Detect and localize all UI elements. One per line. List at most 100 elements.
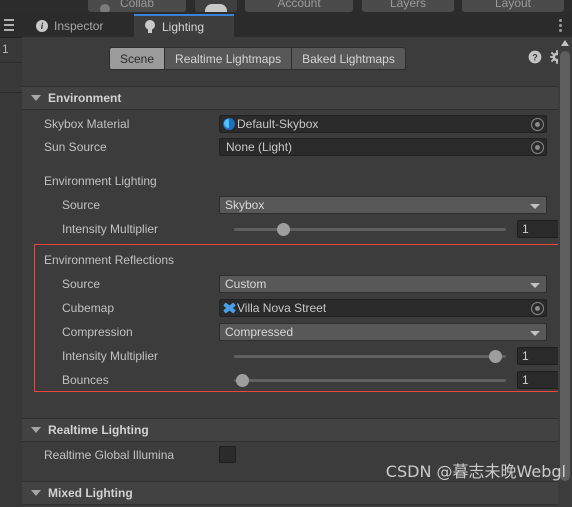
realtime-global-illumination-checkbox[interactable] [219,446,236,463]
label-env-lighting-source: Source [62,198,101,212]
label-reflections-compression: Compression [62,325,133,339]
label-environment-lighting: Environment Lighting [44,174,157,188]
layers-dropdown-label: Layers [389,0,427,10]
reflections-intensity-slider[interactable] [234,350,506,363]
chevron-down-icon [530,204,540,209]
skybox-material-object-field[interactable]: Default-Skybox [219,115,547,133]
label-sun-source: Sun Source [44,140,107,154]
cubemap-object-field[interactable]: Villa Nova Street [219,299,547,317]
label-skybox-material: Skybox Material [44,117,130,131]
hamburger-menu-icon[interactable] [4,19,14,31]
collab-cloud-icon [100,4,110,12]
field-reflections-intensity: Intensity Multiplier 1 [22,345,572,369]
field-reflections-bounces: Bounces 1 [22,369,572,393]
label-env-lighting-intensity: Intensity Multiplier [62,222,159,236]
cloud-icon [205,4,227,12]
left-strip-divider-2 [0,92,22,93]
field-env-lighting-intensity: Intensity Multiplier 1 [22,218,572,242]
watermark-text: CSDN @暮志未晚Webgl [385,462,566,481]
collab-button[interactable]: Collab [88,0,186,12]
group-environment-reflections: Environment Reflections [22,249,572,273]
field-env-lighting-source: Source Skybox [22,194,572,218]
sun-source-object-field[interactable]: None (Light) [219,138,547,156]
layout-dropdown[interactable]: Layout [462,0,564,12]
tab-realtime-lightmaps-label: Realtime Lightmaps [175,51,282,66]
tab-lighting-label: Lighting [162,19,205,34]
field-reflections-cubemap: Cubemap Villa Nova Street [22,297,572,321]
left-strip-number: 1 [2,42,9,56]
tab-inspector[interactable]: i Inspector [26,14,134,37]
field-skybox-material: Skybox Material Default-Skybox [22,113,572,137]
object-picker-icon[interactable] [531,141,544,154]
left-panel-tab-stub[interactable] [0,14,22,38]
tab-baked-lightmaps-label: Baked Lightmaps [302,51,395,66]
chevron-down-icon [31,490,41,496]
label-reflections-cubemap: Cubemap [62,301,115,315]
account-button-label: Account [277,0,321,10]
reflections-compression-value: Compressed [225,325,294,339]
editor-tab-strip: i Inspector Lighting [22,14,572,38]
skybox-material-value: Default-Skybox [237,117,319,131]
panel-scrollbar[interactable] [558,37,572,507]
section-header-realtime-lighting[interactable]: Realtime Lighting [22,418,572,442]
chevron-down-icon [31,95,41,101]
account-button[interactable]: Account [245,0,353,12]
left-dock-strip: 1 [0,14,23,507]
tab-scene[interactable]: Scene [110,48,166,69]
chevron-down-icon [530,331,540,336]
layers-dropdown[interactable]: Layers [362,0,454,12]
label-environment-reflections: Environment Reflections [44,253,175,267]
info-icon: i [36,19,48,32]
reflections-source-value: Custom [225,277,267,291]
lighting-tab-group: Scene Realtime Lightmaps Baked Lightmaps [109,47,406,70]
section-title-environment: Environment [48,91,122,105]
chevron-down-icon [530,283,540,288]
kebab-menu-icon[interactable] [559,19,562,32]
object-picker-icon[interactable] [531,302,544,315]
sun-source-value: None (Light) [226,140,293,154]
object-picker-icon[interactable] [531,118,544,131]
lightbulb-icon [144,20,156,33]
field-reflections-source: Source Custom [22,273,572,297]
main-toolbar: Collab Account Layers Layout [0,0,572,14]
reflections-source-dropdown[interactable]: Custom [219,275,547,293]
label-realtime-global-illumination: Realtime Global Illumina [44,448,175,462]
group-environment-lighting: Environment Lighting [22,170,572,194]
scrollbar-thumb[interactable] [560,51,570,481]
layout-dropdown-label: Layout [494,0,532,10]
svg-text:?: ? [532,53,538,63]
help-icon[interactable]: ? [528,50,542,64]
left-strip-divider [0,62,22,63]
unity-editor-window: Collab Account Layers Layout 1 i Inspect… [0,0,572,507]
material-sphere-icon [223,118,235,130]
section-title-mixed-lighting: Mixed Lighting [48,486,133,500]
lighting-subtab-row: Scene Realtime Lightmaps Baked Lightmaps… [22,37,572,78]
scroll-up-arrow-icon[interactable] [561,40,569,46]
reflections-compression-dropdown[interactable]: Compressed [219,323,547,341]
tab-inspector-label: Inspector [54,18,104,33]
chevron-down-icon [31,427,41,433]
tab-baked-lightmaps[interactable]: Baked Lightmaps [292,48,405,69]
cloud-button[interactable] [195,0,237,12]
reflections-bounces-slider[interactable] [234,374,506,387]
slider-knob[interactable] [489,350,503,363]
lighting-panel: Scene Realtime Lightmaps Baked Lightmaps… [22,37,572,507]
label-reflections-intensity: Intensity Multiplier [62,349,159,363]
env-lighting-intensity-slider[interactable] [234,223,506,236]
label-reflections-bounces: Bounces [62,373,109,387]
tab-realtime-lightmaps[interactable]: Realtime Lightmaps [165,48,293,69]
tab-scene-label: Scene [120,51,155,66]
slider-knob[interactable] [276,223,290,236]
section-title-realtime-lighting: Realtime Lighting [48,423,149,437]
env-lighting-source-dropdown[interactable]: Skybox [219,196,547,214]
section-header-environment[interactable]: Environment [22,86,572,110]
label-reflections-source: Source [62,277,101,291]
cubemap-icon [223,302,236,314]
slider-knob[interactable] [236,374,250,387]
field-reflections-compression: Compression Compressed [22,321,572,345]
field-sun-source: Sun Source None (Light) [22,136,572,160]
cubemap-value: Villa Nova Street [237,301,327,315]
tab-lighting[interactable]: Lighting [134,14,234,37]
section-header-mixed-lighting[interactable]: Mixed Lighting [22,481,572,505]
env-lighting-source-value: Skybox [225,198,265,212]
